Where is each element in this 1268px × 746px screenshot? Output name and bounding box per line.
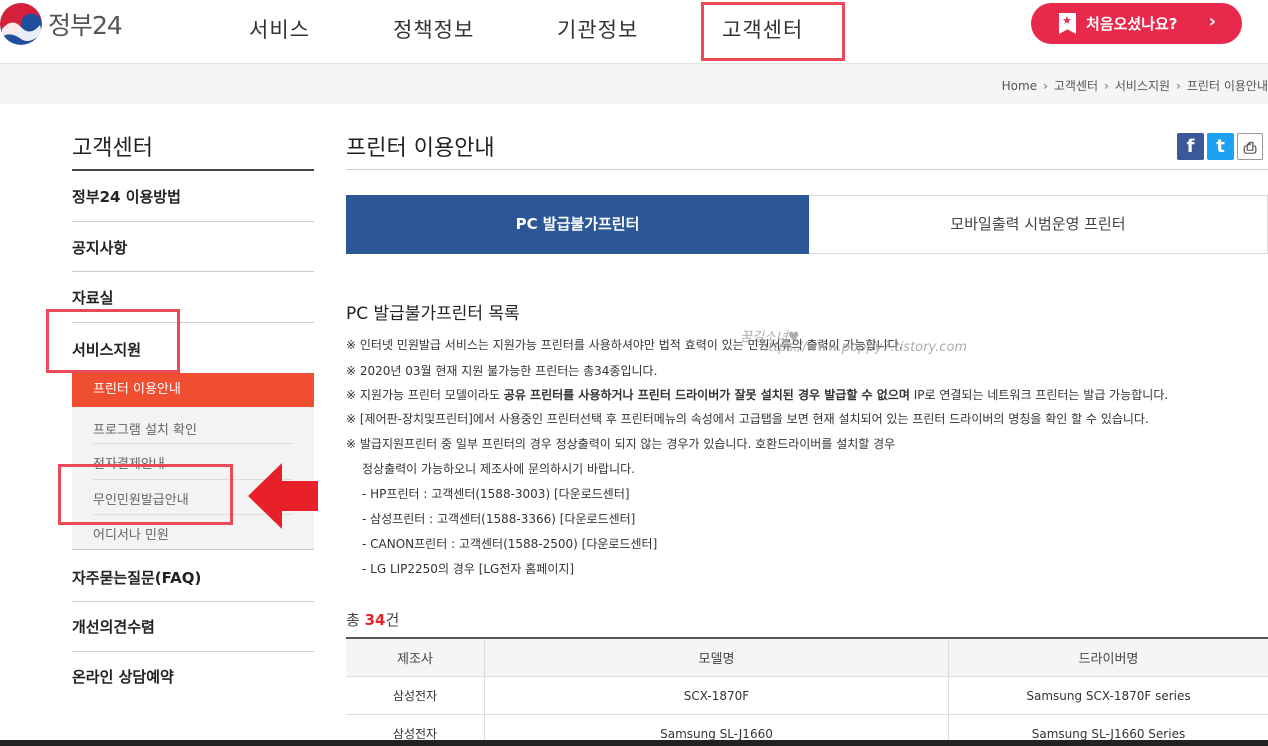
notice-line: 정상출력이 가능하오니 제조사에 문의하시기 바랍니다. [362, 462, 635, 476]
breadcrumb-bar: Home › 고객센터 › 서비스지원 › 프린터 이용안내 [0, 64, 1268, 104]
cell-manufacturer: 삼성전자 [346, 677, 485, 714]
window-bottom-edge [0, 740, 1268, 746]
logo-text: 정부24 [48, 11, 123, 40]
sidebar-divider [72, 601, 314, 602]
logo[interactable]: 정부24 [0, 3, 123, 45]
canon-support-link[interactable]: - CANON프린터 : 고객센터(1588-2500) [다운로드센터] [362, 535, 657, 552]
bookmark-star-icon [1059, 13, 1076, 34]
samsung-support-link[interactable]: - 삼성프린터 : 고객센터(1588-3366) [다운로드센터] [362, 510, 635, 527]
cell-driver: Samsung SCX-1870F series [1026, 688, 1191, 703]
watermark-url: https://www.poppy7.tistory.com [760, 340, 968, 355]
annotation-box-service-support [46, 309, 180, 373]
title-divider [346, 169, 1268, 170]
sidebar-item-notices[interactable]: 공지사항 [72, 237, 127, 258]
sidebar-divider [72, 169, 314, 171]
chevron-right-icon: › [1176, 79, 1181, 93]
table-row: 삼성전자 SCX-1870F Samsung SCX-1870F series [346, 677, 1268, 715]
total-suffix: 건 [385, 611, 400, 629]
sidebar-item-consultation[interactable]: 온라인 상담예약 [72, 666, 174, 687]
col-model: 모델명 [485, 639, 949, 676]
breadcrumb: Home › 고객센터 › 서비스지원 › 프린터 이용안내 [1002, 77, 1268, 94]
page-title: 프린터 이용안내 [346, 136, 495, 161]
lg-support-link[interactable]: - LG LIP2250의 경우 [LG전자 홈페이지] [362, 560, 574, 577]
annotation-arrow-icon [248, 463, 318, 529]
sidebar-divider [72, 271, 314, 272]
facebook-share-icon[interactable]: f [1177, 133, 1204, 160]
annotation-box-nav [701, 2, 845, 61]
breadcrumb-home[interactable]: Home [1002, 79, 1037, 93]
col-driver: 드라이버명 [1078, 652, 1139, 667]
notice-line: ※ 지원가능 프린터 모델이라도 공유 프린터를 사용하거나 프린터 드라이버가… [346, 386, 1168, 403]
notice-line: ※ [제어판-장치및프린터]에서 사용중인 프린터선택 후 프린터메뉴의 속성에… [346, 412, 1149, 426]
sidebar-divider [72, 221, 314, 222]
total-prefix: 총 [346, 611, 365, 629]
sidebar-title: 고객센터 [72, 136, 153, 161]
sidebar-divider [72, 549, 314, 550]
notice-line: ※ 발급지원프린터 중 일부 프린터의 경우 정상출력이 되지 않는 경우가 있… [346, 437, 896, 451]
breadcrumb-printer-guide[interactable]: 프린터 이용안내 [1187, 79, 1268, 93]
first-visit-label: 처음오셨나요? [1086, 15, 1178, 33]
breadcrumb-service-support[interactable]: 서비스지원 [1115, 79, 1170, 93]
nav-agency-info[interactable]: 기관정보 [557, 14, 638, 44]
twitter-share-icon[interactable]: t [1207, 133, 1234, 160]
sidebar-item-how-to-use[interactable]: 정부24 이용방법 [72, 186, 181, 207]
first-visit-button[interactable]: 처음오셨나요? › [1031, 3, 1242, 44]
notice-text: ※ 지원가능 프린터 모델이라도 [346, 388, 504, 402]
tab-mobile-pilot[interactable]: 모바일출력 시범운영 프린터 [809, 195, 1268, 254]
sidebar-item-feedback[interactable]: 개선의견수렴 [72, 616, 155, 637]
notice-line: ※ 2020년 03월 현재 지원 불가능한 프린터는 총34종입니다. [346, 364, 658, 378]
sidebar-subitem-program-check[interactable]: 프로그램 설치 확인 [93, 419, 197, 438]
notice-bold-text: 공유 프린터를 사용하거나 프린터 드라이버가 잘못 설치된 경우 발급할 수 … [503, 388, 910, 402]
breadcrumb-customer-center[interactable]: 고객센터 [1054, 79, 1098, 93]
col-manufacturer: 제조사 [346, 639, 485, 676]
nav-services[interactable]: 서비스 [249, 14, 310, 44]
nav-policy-info[interactable]: 정책정보 [393, 14, 474, 44]
total-number: 34 [364, 611, 386, 629]
annotation-box-kiosk [58, 464, 233, 525]
submenu-divider [93, 443, 293, 444]
header: 정부24 서비스 정책정보 기관정보 고객센터 처음오셨나요? › [0, 0, 1268, 64]
sidebar-divider [72, 651, 314, 652]
taegeuk-logo-icon [0, 3, 42, 45]
cell-model: SCX-1870F [485, 677, 949, 714]
notice-text: IP로 연결되는 네트워크 프린터는 발급 가능합니다. [909, 388, 1169, 402]
tab-pc-unsupported[interactable]: PC 발급불가프린터 [346, 195, 809, 254]
sidebar-subitem-anywhere[interactable]: 어디서나 민원 [93, 524, 169, 543]
sidebar-subitem-printer-guide[interactable]: 프린터 이용안내 [72, 373, 314, 407]
sidebar-item-faq[interactable]: 자주묻는질문(FAQ) [72, 567, 201, 588]
chevron-right-icon: › [1043, 79, 1048, 93]
total-count: 총 34건 [346, 609, 399, 630]
chevron-right-icon: › [1208, 11, 1216, 32]
printer-table: 제조사 모델명 드라이버명 삼성전자 SCX-1870F Samsung SCX… [346, 637, 1268, 746]
print-icon[interactable]: ⎙ [1237, 133, 1263, 160]
hp-support-link[interactable]: - HP프린터 : 고객센터(1588-3003) [다운로드센터] [362, 485, 630, 502]
table-header-row: 제조사 모델명 드라이버명 [346, 639, 1268, 677]
chevron-right-icon: › [1104, 79, 1109, 93]
page: 정부24 서비스 정책정보 기관정보 고객센터 처음오셨나요? › Home › 고… [0, 0, 1268, 746]
sidebar-item-resources[interactable]: 자료실 [72, 287, 113, 308]
section-title: PC 발급불가프린터 목록 [346, 304, 520, 324]
